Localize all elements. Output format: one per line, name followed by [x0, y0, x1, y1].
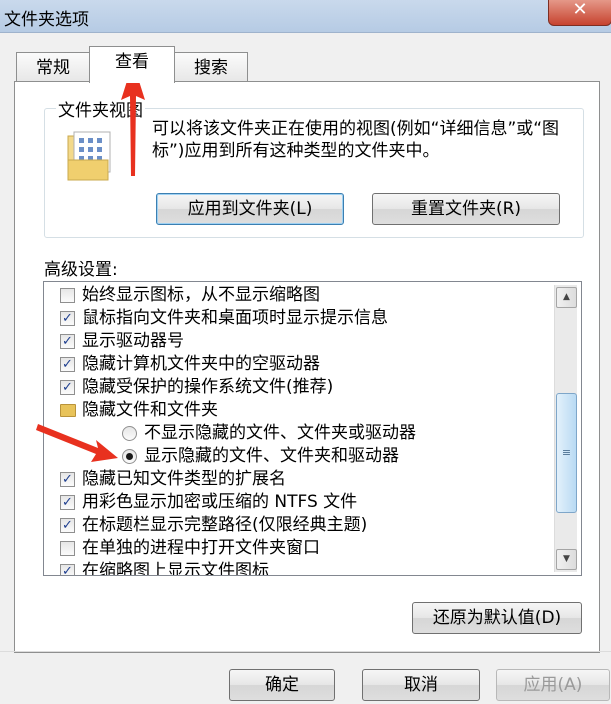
- tab-general[interactable]: 常规: [16, 52, 90, 83]
- list-item-hide-protected-os-files[interactable]: ✓ 隐藏受保护的操作系统文件(推荐): [60, 376, 334, 399]
- title-bar: 文件夹选项 ✕: [0, 0, 611, 33]
- list-item-label: 隐藏已知文件类型的扩展名: [82, 469, 286, 489]
- folder-views-icon: [67, 131, 111, 181]
- ok-button[interactable]: 确定: [229, 669, 335, 701]
- checkbox[interactable]: [60, 288, 75, 303]
- list-item-show-drive-letters[interactable]: ✓ 显示驱动器号: [60, 330, 184, 353]
- list-item-color-ntfs[interactable]: ✓ 用彩色显示加密或压缩的 NTFS 文件: [60, 491, 358, 514]
- list-item-separate-process[interactable]: 在单独的进程中打开文件夹窗口: [60, 537, 320, 560]
- window-title: 文件夹选项: [4, 10, 89, 30]
- list-item-popup-descriptions[interactable]: ✓ 鼠标指向文件夹和桌面项时显示提示信息: [60, 307, 388, 330]
- list-item-always-show-icons[interactable]: 始终显示图标，从不显示缩略图: [60, 284, 320, 307]
- advanced-settings-list[interactable]: 始终显示图标，从不显示缩略图 ✓ 鼠标指向文件夹和桌面项时显示提示信息 ✓ 显示…: [43, 281, 582, 576]
- list-item-label: 隐藏受保护的操作系统文件(推荐): [82, 377, 334, 397]
- list-item-label: 显示隐藏的文件、文件夹和驱动器: [144, 446, 399, 466]
- radio-button[interactable]: [122, 426, 137, 441]
- list-item-label: 不显示隐藏的文件、文件夹或驱动器: [144, 423, 416, 443]
- cancel-button[interactable]: 取消: [362, 669, 480, 701]
- list-item-full-path-title[interactable]: ✓ 在标题栏显示完整路径(仅限经典主题): [60, 514, 368, 537]
- list-item-thumbnail-file-icons[interactable]: ✓ 在缩略图上显示文件图标: [60, 560, 269, 576]
- apply-to-folders-button[interactable]: 应用到文件夹(L): [156, 193, 344, 225]
- scroll-thumb[interactable]: ≡: [556, 393, 577, 513]
- list-item-label: 在单独的进程中打开文件夹窗口: [82, 538, 320, 558]
- checkbox-checked[interactable]: ✓: [60, 472, 75, 487]
- tab-view-label: 查看: [115, 52, 149, 72]
- list-item-label: 显示驱动器号: [82, 331, 184, 351]
- list-item-dont-show-hidden[interactable]: 不显示隐藏的文件、文件夹或驱动器: [122, 422, 416, 445]
- list-item-hide-extensions[interactable]: ✓ 隐藏已知文件类型的扩展名: [60, 468, 286, 491]
- folder-views-description: 可以将该文件夹正在使用的视图(例如“详细信息”或“图标”)应用到所有这种类型的文…: [152, 119, 560, 161]
- restore-defaults-button[interactable]: 还原为默认值(D): [412, 602, 582, 634]
- scroll-up-icon[interactable]: ▲: [556, 287, 577, 308]
- close-button[interactable]: ✕: [548, 0, 611, 26]
- advanced-settings-label: 高级设置:: [44, 260, 118, 280]
- list-item-show-hidden[interactable]: 显示隐藏的文件、文件夹和驱动器: [122, 445, 399, 468]
- list-item-label: 在标题栏显示完整路径(仅限经典主题): [82, 515, 368, 535]
- annotation-arrow-right-icon: [36, 424, 118, 462]
- folder-icon: [60, 404, 76, 417]
- list-scrollbar[interactable]: ▲ ≡ ▼: [554, 285, 577, 572]
- apply-button[interactable]: 应用(A): [496, 669, 610, 701]
- tab-view[interactable]: 查看: [89, 46, 175, 83]
- radio-button-selected[interactable]: [122, 449, 137, 464]
- list-item-label: 隐藏计算机文件夹中的空驱动器: [82, 354, 320, 374]
- list-item-label: 在缩略图上显示文件图标: [82, 561, 269, 576]
- list-item-hide-empty-drives[interactable]: ✓ 隐藏计算机文件夹中的空驱动器: [60, 353, 320, 376]
- checkbox-checked[interactable]: ✓: [60, 334, 75, 349]
- tab-search[interactable]: 搜索: [174, 52, 248, 83]
- checkbox-checked[interactable]: ✓: [60, 495, 75, 510]
- checkbox-checked[interactable]: ✓: [60, 357, 75, 372]
- checkbox-checked[interactable]: ✓: [60, 311, 75, 326]
- checkbox-checked[interactable]: ✓: [60, 518, 75, 533]
- checkbox-checked[interactable]: ✓: [60, 564, 75, 575]
- list-item-label: 始终显示图标，从不显示缩略图: [82, 285, 320, 305]
- list-item-label: 鼠标指向文件夹和桌面项时显示提示信息: [82, 308, 388, 328]
- footer-divider: [0, 651, 611, 652]
- reset-folders-button[interactable]: 重置文件夹(R): [372, 193, 560, 225]
- checkbox-checked[interactable]: ✓: [60, 380, 75, 395]
- checkbox[interactable]: [60, 541, 75, 556]
- list-item-label: 用彩色显示加密或压缩的 NTFS 文件: [82, 492, 358, 512]
- list-item-label: 隐藏文件和文件夹: [82, 400, 218, 420]
- scroll-down-icon[interactable]: ▼: [556, 549, 577, 570]
